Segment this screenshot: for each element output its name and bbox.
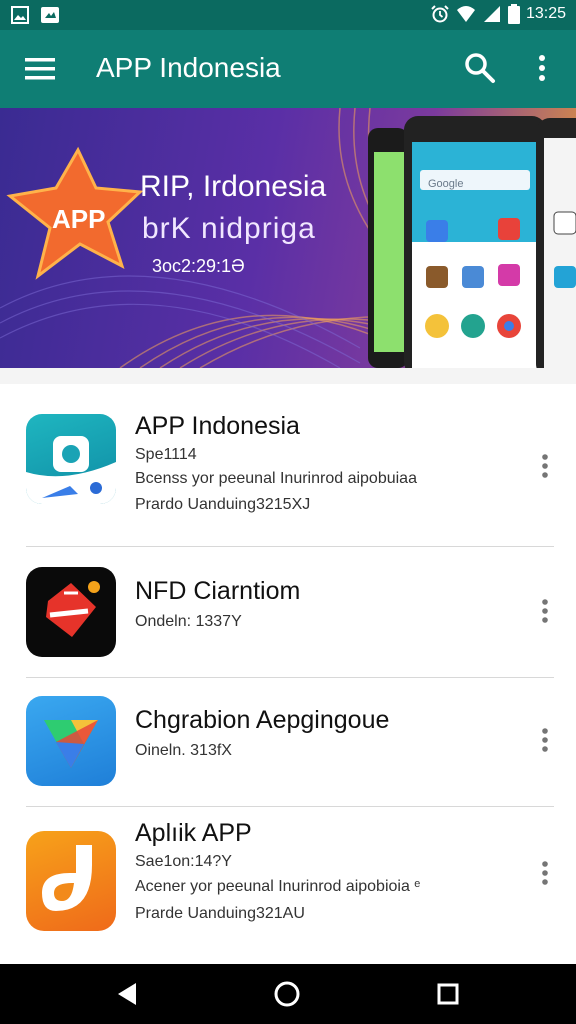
image-icon	[11, 6, 29, 24]
banner-subtitle: brK nidpriga	[142, 212, 316, 245]
chgrabion-app-icon	[26, 696, 116, 786]
app-version: Spe1114	[135, 446, 197, 463]
star-label: APP	[52, 204, 106, 234]
more-vert-icon	[539, 55, 545, 81]
phone-mockups	[368, 116, 576, 368]
app-indonesia-icon	[26, 414, 116, 504]
more-vert-icon	[542, 861, 548, 885]
app-title: APP Indonesia	[96, 52, 281, 83]
app-version: Sae1on:14?Y	[135, 853, 232, 870]
phone-search-text: Google	[428, 178, 463, 190]
app-list: APP Indonesia Spe1114 Bcenss yor peeunal…	[0, 368, 576, 964]
more-vert-icon	[542, 599, 548, 623]
app-name: Chgrabion Aepgingoue	[135, 706, 390, 734]
menu-icon	[25, 58, 55, 80]
app-name: Aplıik APP	[135, 819, 252, 847]
status-left	[10, 5, 60, 25]
back-button[interactable]	[112, 978, 144, 1010]
status-right: 13:25	[430, 4, 566, 24]
system-nav-bar	[0, 964, 576, 1024]
app-description: Bcenss yor peeunal Inurinrod aipobuiaa	[135, 470, 417, 487]
item-menu-button[interactable]	[532, 855, 558, 891]
status-time: 13:25	[525, 5, 566, 22]
home-icon	[274, 981, 300, 1007]
app-name: APP Indonesia	[135, 412, 300, 440]
app-description: Acener yor peeunal Inurinrod aipobioia ᵉ	[135, 878, 421, 895]
app-name: NFD Ciarntiom	[135, 577, 301, 605]
home-button[interactable]	[271, 978, 303, 1010]
video-icon	[41, 7, 59, 23]
status-bar: 13:25	[0, 0, 576, 30]
item-menu-button[interactable]	[532, 593, 558, 629]
wifi-icon	[456, 6, 475, 22]
list-item[interactable]: APP Indonesia Spe1114 Bcenss yor peeunal…	[0, 384, 576, 546]
list-item[interactable]: Aplıik APP Sae1on:14?Y Acener yor peeuna…	[0, 807, 576, 964]
banner-title: RIP, Irdonesia	[140, 170, 327, 203]
app-details: Prarde Uanduing321AU	[135, 905, 305, 922]
app-bar: APP Indonesia	[0, 30, 576, 108]
recents-icon	[437, 983, 459, 1005]
battery-icon	[507, 4, 520, 24]
more-options-button[interactable]	[528, 50, 556, 86]
item-menu-button[interactable]	[532, 722, 558, 758]
list-item[interactable]: NFD Ciarntiom Ondeln: 1337Y	[0, 547, 576, 677]
menu-button[interactable]	[22, 52, 58, 86]
search-icon	[465, 53, 495, 83]
app-version: Ondeln: 1337Y	[135, 613, 242, 630]
more-vert-icon	[542, 454, 548, 478]
app-details: Prardo Uanduing3215XJ	[135, 496, 311, 513]
alarm-icon	[431, 5, 449, 23]
app-version: Oineln. 313fX	[135, 742, 232, 759]
back-icon	[118, 983, 136, 1005]
recents-button[interactable]	[432, 978, 464, 1010]
list-item[interactable]: Chgrabion Aepgingoue Oineln. 313fX	[0, 678, 576, 806]
aplik-app-icon	[26, 831, 116, 931]
promo-banner[interactable]: Google APP RIP, Irdonesia brK nidpriga 3…	[0, 108, 576, 368]
banner-code: 3oc2:29:1Ə	[152, 256, 245, 276]
nfd-app-icon	[26, 567, 116, 657]
item-menu-button[interactable]	[532, 448, 558, 484]
signal-icon	[483, 6, 500, 22]
app-list-card: APP Indonesia Spe1114 Bcenss yor peeunal…	[0, 384, 576, 964]
search-button[interactable]	[462, 50, 498, 86]
more-vert-icon	[542, 728, 548, 752]
